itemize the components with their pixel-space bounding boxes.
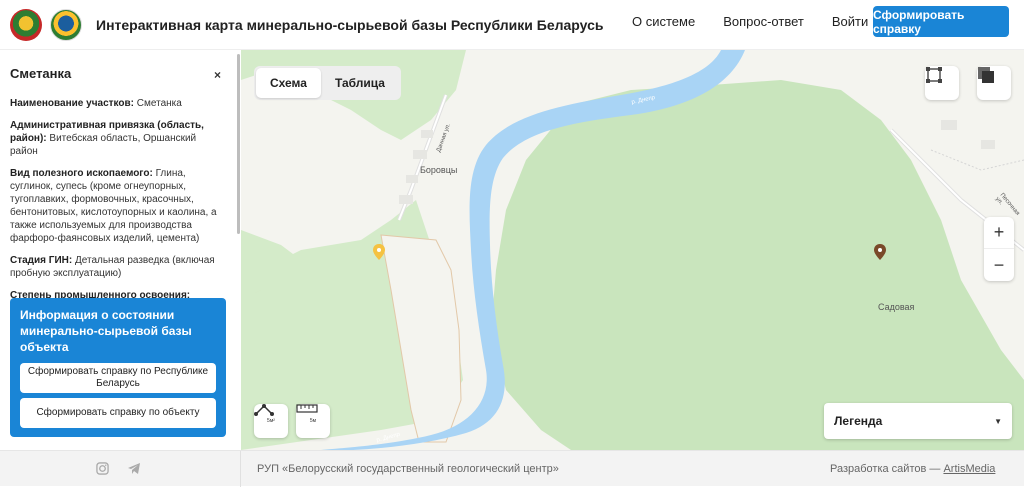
generate-report-button[interactable]: Сформировать справку bbox=[873, 6, 1009, 37]
tab-scheme[interactable]: Схема bbox=[256, 68, 321, 98]
social-icons bbox=[96, 462, 141, 475]
layers-icon bbox=[978, 67, 994, 83]
info-box-title: Информация о состоянии минерально-сырьев… bbox=[20, 308, 192, 354]
info-row-name: Наименование участков: Сметанка bbox=[10, 98, 182, 109]
report-country-button[interactable]: Сформировать справку по Республике Белар… bbox=[20, 363, 216, 393]
instagram-icon[interactable] bbox=[96, 462, 109, 475]
site-title: Интерактивная карта минерально-сырьевой … bbox=[96, 16, 604, 33]
select-area-icon bbox=[926, 67, 942, 83]
village-label-sadovaya: Садовая bbox=[878, 302, 915, 312]
header: Интерактивная карта минерально-сырьевой … bbox=[0, 0, 1024, 50]
legend-label: Легенда bbox=[834, 414, 883, 428]
object-details[interactable]: Сметанка Наименование участков: Сметанка… bbox=[0, 54, 236, 298]
select-area-button[interactable] bbox=[925, 66, 959, 100]
object-info-panel: Сметанка Наименование участков: Сметанка… bbox=[0, 54, 240, 450]
nav-login[interactable]: Войти bbox=[832, 14, 868, 29]
village-label-borovtsy: Боровцы bbox=[420, 165, 458, 175]
footer-organization: РУП «Белорусский государственный геологи… bbox=[257, 463, 559, 475]
nav-about[interactable]: О системе bbox=[632, 14, 695, 29]
main-nav: О системе Вопрос-ответ Войти bbox=[632, 0, 868, 42]
belarus-emblem-icon[interactable] bbox=[10, 8, 42, 41]
info-row-mineral: Вид полезного ископаемого: Глина, суглин… bbox=[10, 168, 217, 244]
measure-distance-label: 5м bbox=[309, 418, 317, 424]
measure-area-button[interactable]: 5м² bbox=[254, 404, 288, 438]
map[interactable]: Боровцы Садовая Дачная ул. Песочная ул. … bbox=[241, 50, 1024, 450]
layers-button[interactable] bbox=[977, 66, 1011, 100]
tab-table[interactable]: Таблица bbox=[321, 68, 399, 98]
measure-area-icon bbox=[254, 404, 274, 416]
telegram-icon[interactable] bbox=[127, 462, 141, 475]
close-icon[interactable]: × bbox=[214, 68, 221, 82]
mineral-base-info-box: Информация о состоянии минерально-сырьев… bbox=[10, 298, 226, 437]
info-row-admin: Административная привязка (область, райо… bbox=[10, 120, 204, 157]
zoom-in-button[interactable]: + bbox=[984, 217, 1014, 249]
footer-developer: Разработка сайтов — ArtisMedia bbox=[830, 463, 996, 475]
ruler-icon bbox=[296, 404, 318, 413]
measure-area-label: 5м² bbox=[267, 418, 275, 424]
geology-center-logo-icon[interactable] bbox=[50, 8, 82, 41]
panel-scrollbar[interactable] bbox=[237, 54, 240, 234]
legend-dropdown[interactable]: Легенда ▼ bbox=[824, 403, 1012, 439]
chevron-down-icon: ▼ bbox=[994, 416, 1002, 426]
info-row-development: Степень промышленного освоения: bbox=[10, 290, 191, 298]
zoom-out-button[interactable]: − bbox=[984, 249, 1014, 281]
nav-faq[interactable]: Вопрос-ответ bbox=[723, 14, 804, 29]
measure-distance-button[interactable]: 5м bbox=[296, 404, 330, 438]
footer: РУП «Белорусский государственный геологи… bbox=[0, 450, 1024, 487]
view-tabs: Схема Таблица bbox=[254, 66, 401, 100]
zoom-control: + − bbox=[984, 217, 1014, 281]
map-canvas bbox=[241, 50, 1024, 450]
developer-link[interactable]: ArtisMedia bbox=[943, 463, 995, 475]
info-row-stage: Стадия ГИН: Детальная разведка (включая … bbox=[10, 255, 215, 279]
logos bbox=[10, 8, 82, 41]
report-object-button[interactable]: Сформировать справку по объекту bbox=[20, 398, 216, 428]
footer-divider bbox=[240, 451, 241, 487]
object-title: Сметанка bbox=[10, 66, 72, 81]
